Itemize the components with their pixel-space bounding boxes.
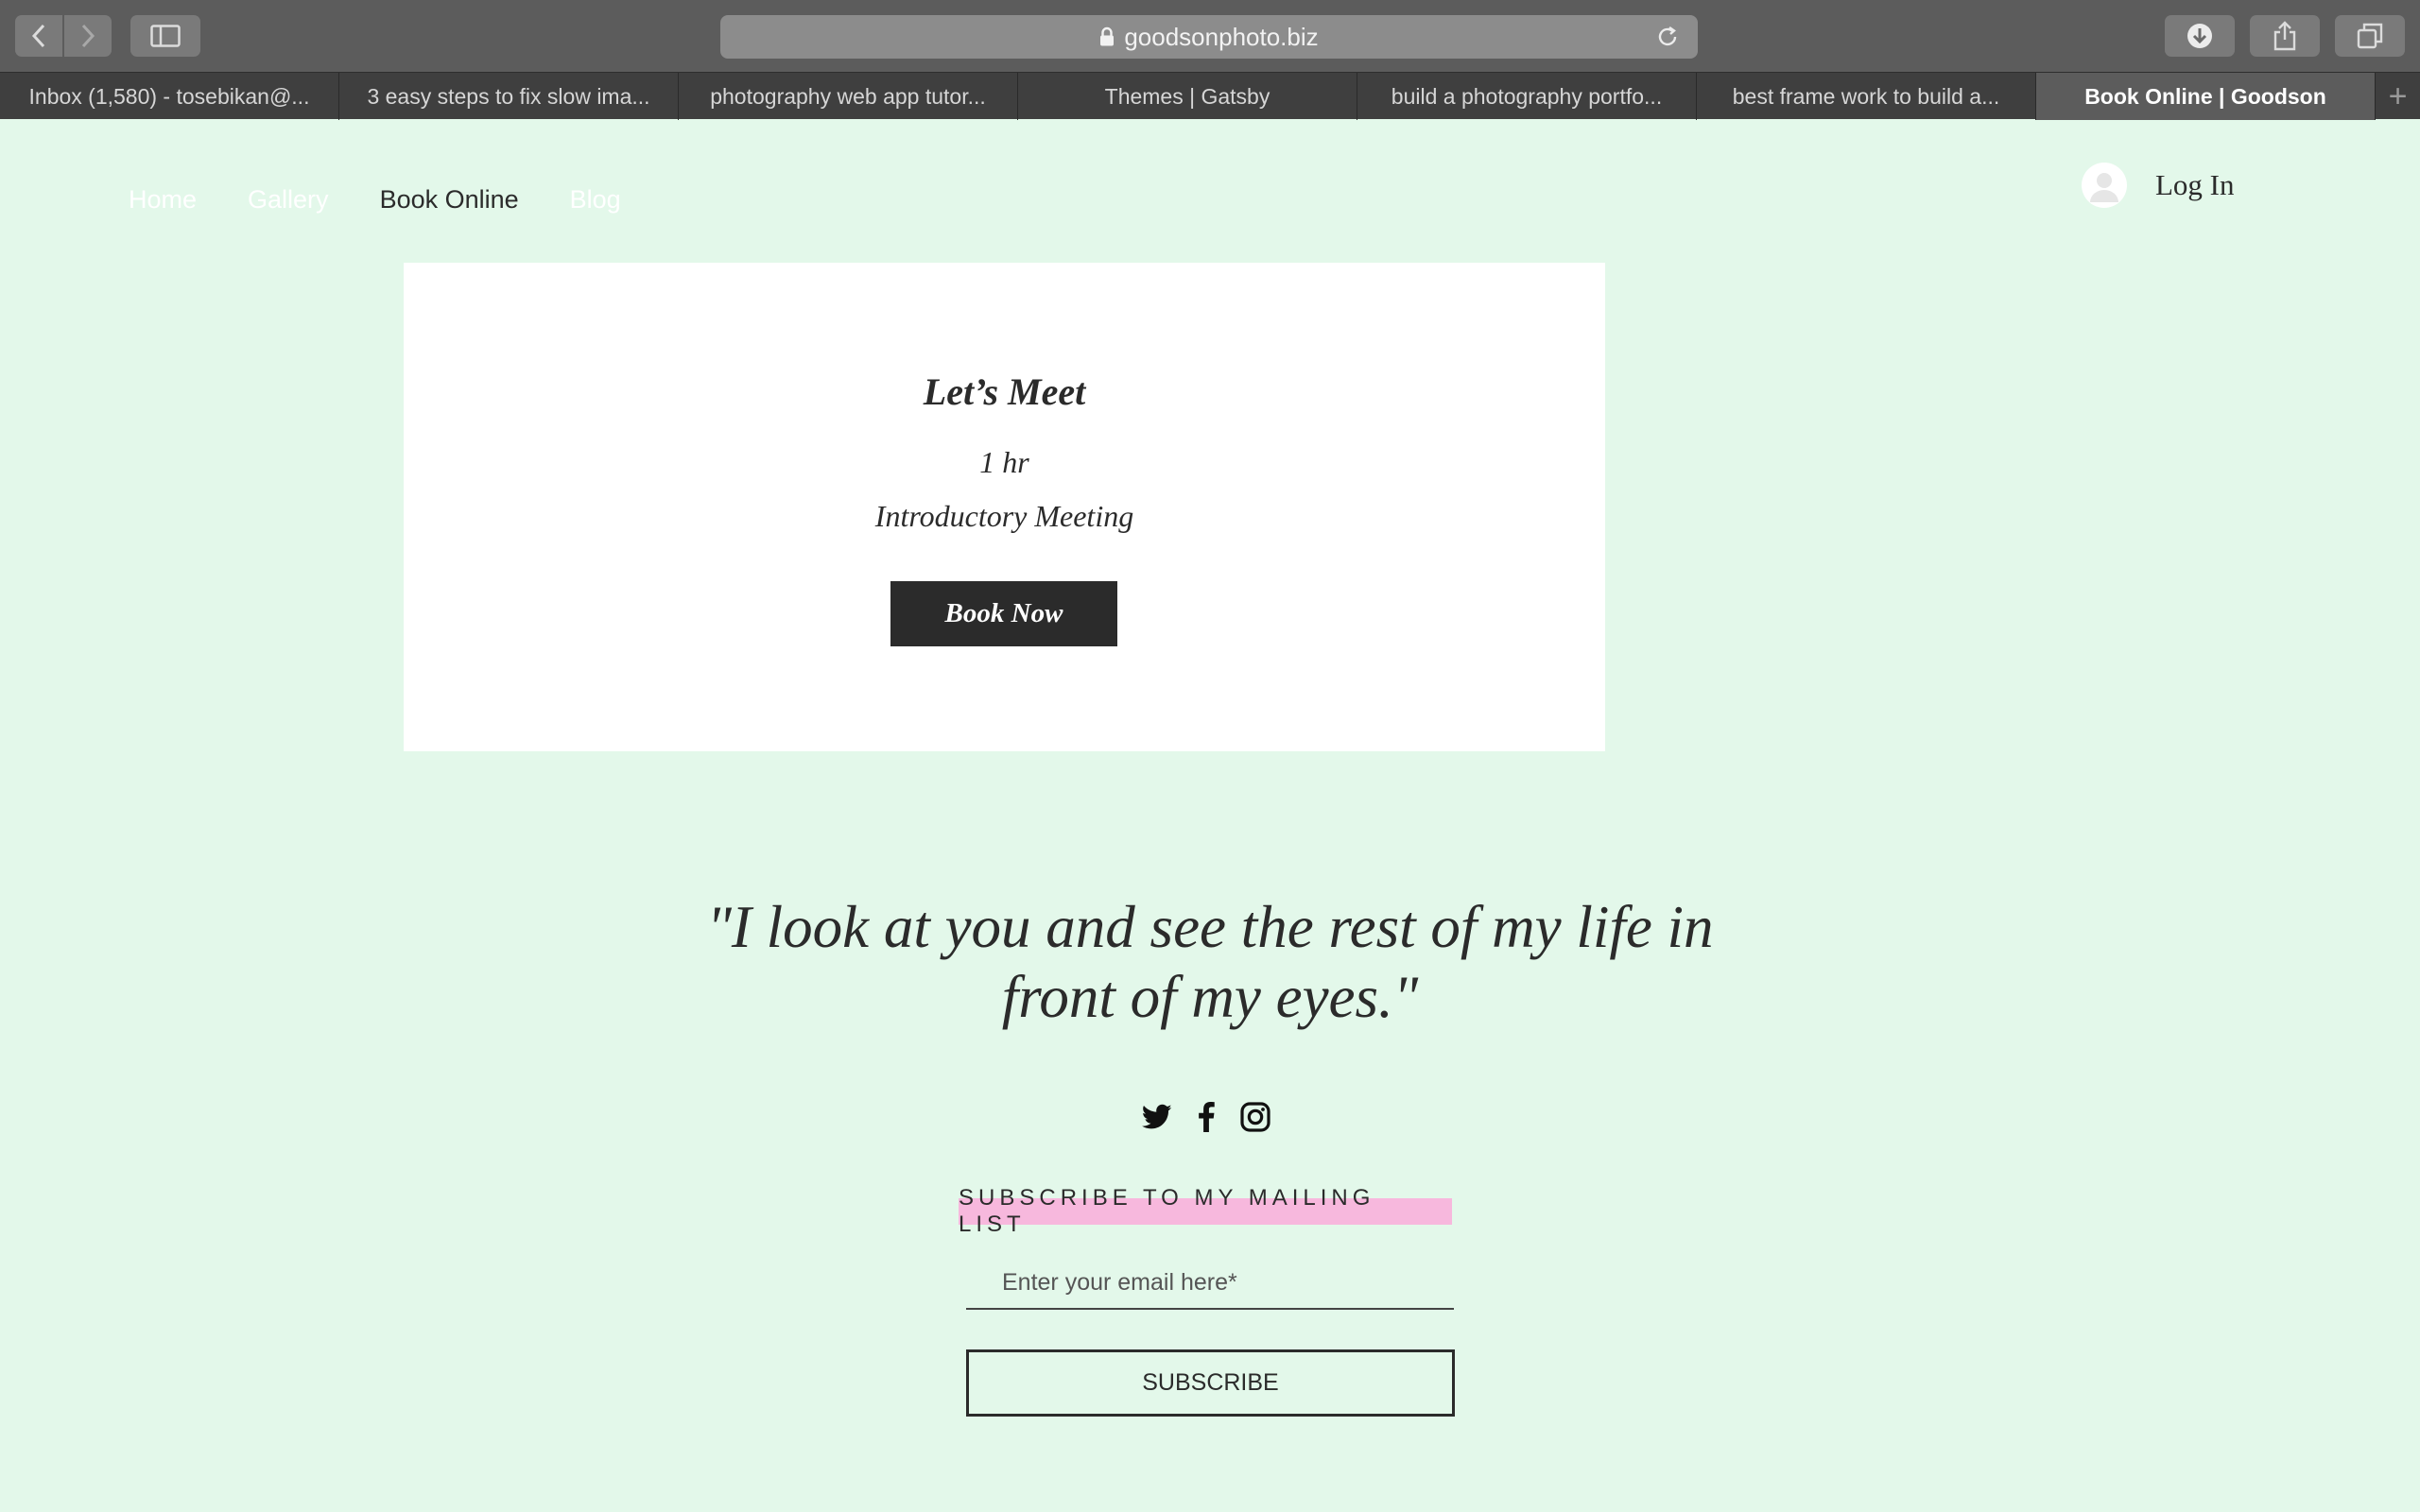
email-input[interactable] [966,1257,1454,1308]
subscribe-button[interactable]: SUBSCRIBE [966,1349,1455,1417]
browser-tab[interactable]: best frame work to build a... [1697,73,2036,120]
social-links [1142,1102,1270,1132]
facebook-icon[interactable] [1191,1102,1221,1132]
download-icon [2187,24,2212,48]
sidebar-icon [150,25,181,47]
share-button[interactable] [2250,15,2320,57]
browser-tab[interactable]: 3 easy steps to fix slow ima... [339,73,679,120]
tab-label: 3 easy steps to fix slow ima... [367,83,650,109]
browser-tab[interactable]: build a photography portfo... [1357,73,1697,120]
forward-button[interactable] [64,15,112,57]
service-duration: 1 hr [979,445,1029,479]
url-text: goodsonphoto.biz [1124,22,1319,51]
back-button[interactable] [15,15,62,57]
downloads-button[interactable] [2165,15,2235,57]
share-icon [2273,21,2296,51]
reload-icon[interactable] [1654,24,1681,50]
email-field[interactable] [966,1257,1454,1310]
quote: "I look at you and see the rest of my li… [596,892,1824,1032]
user-avatar-icon [2082,163,2127,208]
quote-line-1: "I look at you and see the rest of my li… [706,894,1714,960]
nav-item-blog[interactable]: Blog [570,185,621,215]
chevron-right-icon [81,24,95,48]
subscribe-heading: SUBSCRIBE TO MY MAILING LIST [959,1185,1452,1237]
browser-tab[interactable]: Inbox (1,580) - tosebikan@... [0,73,339,120]
login-label: Log In [2155,168,2235,201]
tab-label: Themes | Gatsby [1104,83,1270,109]
service-title: Let’s Meet [923,370,1086,413]
site-nav: Home Gallery Book Online Blog [129,185,621,215]
tab-overview-button[interactable] [2335,15,2405,57]
tab-label: Inbox (1,580) - tosebikan@... [28,83,310,109]
browser-tab[interactable]: Themes | Gatsby [1018,73,1357,120]
login-button[interactable]: Log In [2082,163,2235,208]
new-tab-button[interactable]: + [2376,73,2420,120]
nav-item-gallery[interactable]: Gallery [248,185,329,215]
address-bar[interactable]: goodsonphoto.biz [720,15,1698,59]
tab-label: Book Online | Goodson [2084,83,2326,109]
twitter-icon[interactable] [1142,1102,1172,1132]
service-description: Introductory Meeting [874,499,1134,533]
browser-tab-active[interactable]: Book Online | Goodson [2036,73,2376,120]
tab-bar: Inbox (1,580) - tosebikan@... 3 easy ste… [0,72,2420,120]
tab-label: best frame work to build a... [1732,83,2000,109]
service-card: Let’s Meet 1 hr Introductory Meeting Boo… [404,263,1605,751]
tabs-icon [2357,23,2383,49]
chevron-left-icon [31,24,45,48]
tab-label: build a photography portfo... [1391,83,1663,109]
quote-line-2: front of my eyes." [1001,964,1419,1030]
lock-icon [1100,26,1115,46]
browser-tab[interactable]: photography web app tutor... [679,73,1018,120]
nav-item-book-online[interactable]: Book Online [380,185,519,215]
tab-label: photography web app tutor... [710,83,986,109]
sidebar-toggle-button[interactable] [130,15,200,57]
nav-item-home[interactable]: Home [129,185,197,215]
browser-toolbar: goodsonphoto.biz [0,0,2420,72]
instagram-icon[interactable] [1240,1102,1270,1132]
book-now-button[interactable]: Book Now [890,581,1117,646]
